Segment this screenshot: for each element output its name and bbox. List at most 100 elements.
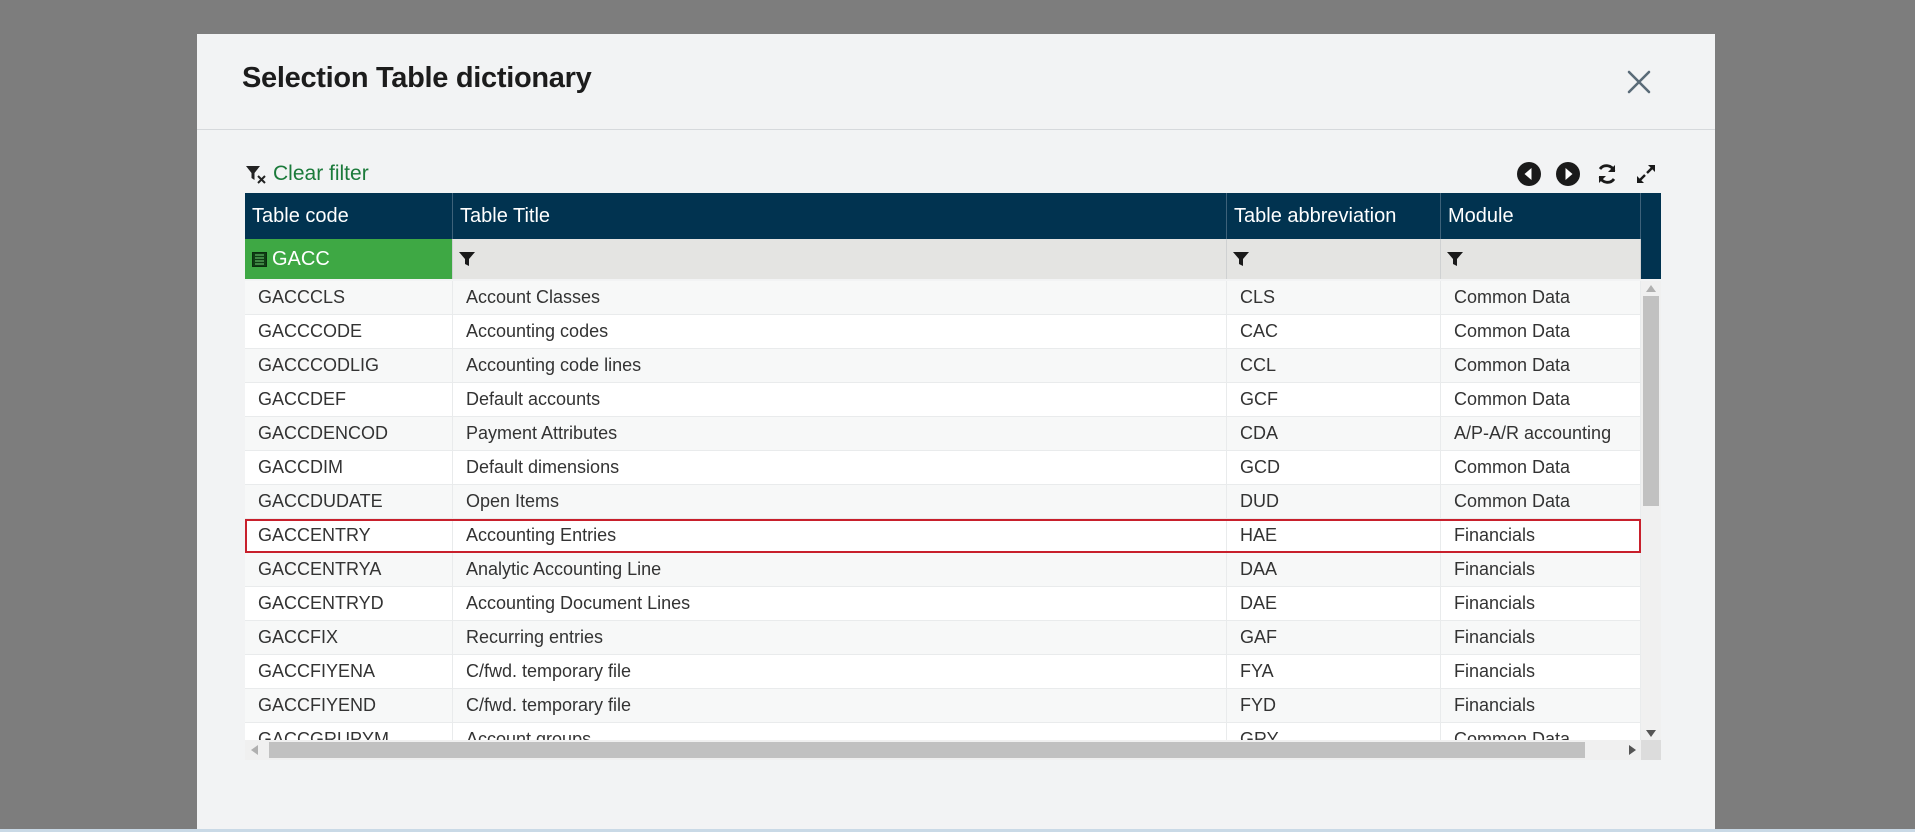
cell-table-abbreviation: FYD xyxy=(1227,689,1441,722)
filter-icon xyxy=(1233,252,1249,266)
cell-table-abbreviation: CCL xyxy=(1227,349,1441,382)
table-row[interactable]: GACCDUDATE Open Items DUD Common Data xyxy=(245,485,1641,519)
cell-module: Common Data xyxy=(1441,315,1641,348)
scroll-up-button[interactable] xyxy=(1641,281,1661,295)
close-icon xyxy=(1627,70,1651,93)
triangle-right-icon xyxy=(1628,745,1636,755)
cell-table-abbreviation: CAC xyxy=(1227,315,1441,348)
expand-icon xyxy=(1637,165,1655,183)
vertical-scroll-thumb[interactable] xyxy=(1643,296,1659,506)
cell-table-abbreviation: DAE xyxy=(1227,587,1441,620)
cell-module: Common Data xyxy=(1441,281,1641,314)
cell-module: Financials xyxy=(1441,655,1641,688)
cell-table-title: C/fwd. temporary file xyxy=(453,689,1227,722)
table-row[interactable]: GACCFIYENA C/fwd. temporary file FYA Fin… xyxy=(245,655,1641,689)
cell-module: Common Data xyxy=(1441,349,1641,382)
cell-table-title: C/fwd. temporary file xyxy=(453,655,1227,688)
column-header-module[interactable]: Module xyxy=(1441,193,1641,239)
cell-table-abbreviation: GAF xyxy=(1227,621,1441,654)
column-header-table-abbreviation[interactable]: Table abbreviation xyxy=(1227,193,1441,239)
cell-table-abbreviation: DUD xyxy=(1227,485,1441,518)
table-row[interactable]: GACCCLS Account Classes CLS Common Data xyxy=(245,281,1641,315)
table-row[interactable]: GACCGRUPYM Account groups GRY Common Dat… xyxy=(245,723,1641,740)
cell-table-title: Default accounts xyxy=(453,383,1227,416)
table-row[interactable]: GACCFIX Recurring entries GAF Financials xyxy=(245,621,1641,655)
cell-module: Financials xyxy=(1441,689,1641,722)
clear-filter-icon xyxy=(246,166,266,184)
close-button[interactable] xyxy=(1579,34,1699,129)
filter-icon xyxy=(459,252,475,266)
cell-module: Financials xyxy=(1441,519,1641,552)
cell-table-title: Accounting codes xyxy=(453,315,1227,348)
scroll-right-button[interactable] xyxy=(1625,743,1639,757)
header-corner xyxy=(1641,193,1661,279)
cell-table-title: Payment Attributes xyxy=(453,417,1227,450)
filter-cell-table-title[interactable] xyxy=(453,239,1227,279)
filter-row: GACC xyxy=(245,239,1641,279)
cell-table-code: GACCDIM xyxy=(245,451,453,484)
table-row[interactable]: GACCDENCOD Payment Attributes CDA A/P-A/… xyxy=(245,417,1641,451)
previous-button[interactable] xyxy=(1514,159,1544,189)
fullscreen-button[interactable] xyxy=(1631,159,1661,189)
filter-value-table-code: GACC xyxy=(272,247,330,270)
cell-table-code: GACCCLS xyxy=(245,281,453,314)
scroll-down-button[interactable] xyxy=(1641,726,1661,740)
cell-module: Common Data xyxy=(1441,383,1641,416)
dialog-header: Selection Table dictionary xyxy=(197,34,1715,130)
triangle-down-icon xyxy=(1646,729,1656,737)
cell-table-abbreviation: CDA xyxy=(1227,417,1441,450)
clear-filter-label: Clear filter xyxy=(273,162,369,185)
cell-table-code: GACCGRUPYM xyxy=(245,723,453,740)
clear-filter-button[interactable]: Clear filter xyxy=(245,157,369,191)
cell-table-title: Accounting Document Lines xyxy=(453,587,1227,620)
table-row[interactable]: GACCDIM Default dimensions GCD Common Da… xyxy=(245,451,1641,485)
column-header-row: Table code Table Title Table abbreviatio… xyxy=(245,193,1641,239)
cell-table-code: GACCENTRY xyxy=(245,519,453,552)
arrow-left-circle-icon xyxy=(1517,162,1541,186)
scroll-left-button[interactable] xyxy=(247,743,261,757)
horizontal-scroll-thumb[interactable] xyxy=(269,742,1585,758)
cell-table-title: Analytic Accounting Line xyxy=(453,553,1227,586)
table-row[interactable]: GACCENTRYD Accounting Document Lines DAE… xyxy=(245,587,1641,621)
table-row[interactable]: GACCCODE Accounting codes CAC Common Dat… xyxy=(245,315,1641,349)
cell-table-code: GACCENTRYA xyxy=(245,553,453,586)
toolbar-actions xyxy=(1514,157,1661,191)
table-row[interactable]: GACCCODLIG Accounting code lines CCL Com… xyxy=(245,349,1641,383)
cell-module: Common Data xyxy=(1441,451,1641,484)
scrollbar-corner xyxy=(1641,740,1661,760)
cell-table-code: GACCFIX xyxy=(245,621,453,654)
column-header-table-title[interactable]: Table Title xyxy=(453,193,1227,239)
cell-module: Common Data xyxy=(1441,485,1641,518)
cell-table-abbreviation: GRY xyxy=(1227,723,1441,740)
horizontal-scrollbar[interactable] xyxy=(245,740,1641,760)
cell-table-title: Recurring entries xyxy=(453,621,1227,654)
column-header-table-code[interactable]: Table code xyxy=(245,193,453,239)
cell-table-code: GACCDEF xyxy=(245,383,453,416)
table-body: GACCCLS Account Classes CLS Common Data … xyxy=(245,281,1641,740)
vertical-scrollbar[interactable] xyxy=(1641,281,1661,740)
table-row-selected[interactable]: GACCENTRY Accounting Entries HAE Financi… xyxy=(245,519,1641,553)
table-row[interactable]: GACCFIYEND C/fwd. temporary file FYD Fin… xyxy=(245,689,1641,723)
cell-module: Financials xyxy=(1441,553,1641,586)
table-row[interactable]: GACCENTRYA Analytic Accounting Line DAA … xyxy=(245,553,1641,587)
cell-table-code: GACCDUDATE xyxy=(245,485,453,518)
cell-table-code: GACCCODE xyxy=(245,315,453,348)
cell-module: Financials xyxy=(1441,621,1641,654)
filter-cell-table-code[interactable]: GACC xyxy=(245,239,453,279)
refresh-button[interactable] xyxy=(1592,159,1622,189)
cell-table-abbreviation: GCF xyxy=(1227,383,1441,416)
table-row[interactable]: GACCDEF Default accounts GCF Common Data xyxy=(245,383,1641,417)
table-grid: Table code Table Title Table abbreviatio… xyxy=(245,193,1661,767)
cell-table-code: GACCFIYEND xyxy=(245,689,453,722)
cell-table-code: GACCDENCOD xyxy=(245,417,453,450)
cell-table-code: GACCFIYENA xyxy=(245,655,453,688)
triangle-up-icon xyxy=(1646,284,1656,292)
cell-table-title: Default dimensions xyxy=(453,451,1227,484)
cell-table-abbreviation: HAE xyxy=(1227,519,1441,552)
cell-table-abbreviation: DAA xyxy=(1227,553,1441,586)
next-button[interactable] xyxy=(1553,159,1583,189)
filter-cell-module[interactable] xyxy=(1441,239,1641,279)
cell-table-abbreviation: FYA xyxy=(1227,655,1441,688)
cell-table-title: Open Items xyxy=(453,485,1227,518)
filter-cell-table-abbreviation[interactable] xyxy=(1227,239,1441,279)
